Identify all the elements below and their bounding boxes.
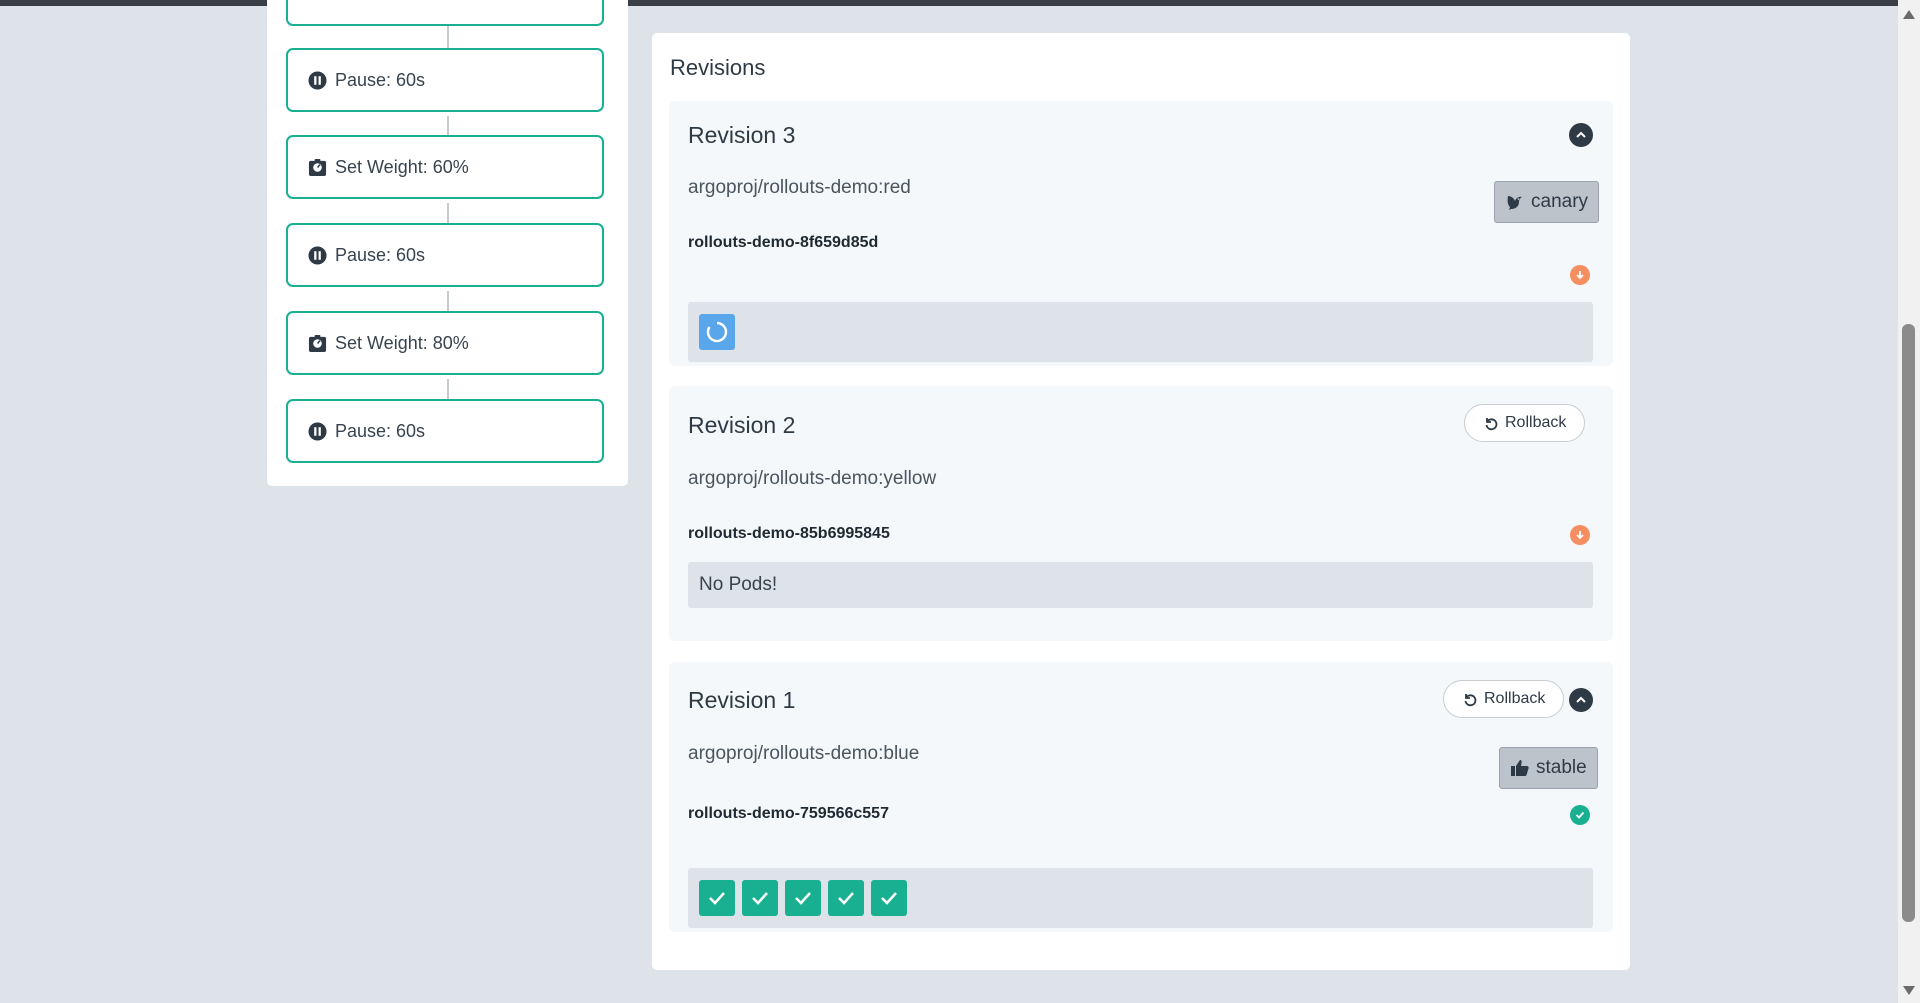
pod-progressing[interactable] (699, 314, 735, 350)
pause-icon (308, 421, 327, 441)
badge-label: stable (1536, 757, 1587, 778)
revision-title: Revision 1 (688, 687, 796, 713)
rollback-button[interactable]: Rollback (1464, 404, 1586, 442)
chevron-up-icon (1576, 696, 1586, 703)
collapse-button[interactable] (1569, 123, 1593, 147)
replicaset-name: rollouts-demo-8f659d85d (688, 234, 879, 251)
scroll-up-arrow-icon[interactable] (1903, 10, 1915, 19)
revision-title: Revision 2 (688, 412, 796, 438)
step-label: Pause: 60s (335, 420, 426, 441)
step-connector (447, 291, 449, 312)
weight-icon (308, 158, 327, 177)
undo-icon (1462, 691, 1478, 707)
spinner-icon (706, 321, 728, 343)
collapse-button[interactable] (1569, 688, 1593, 712)
rollback-button[interactable]: Rollback (1443, 680, 1565, 718)
check-icon (752, 892, 768, 905)
revision-image: argoproj/rollouts-demo:blue (688, 743, 920, 764)
check-icon (709, 892, 725, 905)
thumbs-up-icon (1510, 758, 1530, 778)
rollback-label: Rollback (1505, 414, 1567, 431)
pods-container: No Pods! (688, 562, 1593, 608)
pod-healthy[interactable] (785, 880, 821, 916)
step-label: Set Weight: 80% (335, 332, 469, 353)
pods-container (688, 302, 1593, 362)
vertical-scrollbar[interactable] (1898, 0, 1920, 1003)
step-connector (447, 26, 449, 48)
replicaset-name: rollouts-demo-85b6995845 (688, 525, 890, 542)
no-pods-message: No Pods! (699, 574, 778, 595)
revision-card: Revision 2 Rollback argoproj/rollouts-de… (669, 386, 1613, 641)
rollback-label: Rollback (1484, 690, 1546, 707)
step-connector (447, 203, 449, 224)
scroll-thumb[interactable] (1902, 324, 1915, 922)
revisions-title: Revisions (670, 55, 766, 80)
pod-healthy[interactable] (871, 880, 907, 916)
badge-label: canary (1531, 191, 1589, 212)
check-icon (838, 892, 854, 905)
pause-icon (308, 70, 327, 90)
pods-container (688, 868, 1593, 928)
revision-title: Revision 3 (688, 122, 796, 148)
step-partial[interactable] (286, 0, 604, 26)
scaled-down-icon (1570, 525, 1590, 545)
step-label: Pause: 60s (335, 69, 426, 90)
revision-card: Revision 1 Rollback argoproj/rollouts-de… (669, 662, 1613, 932)
canary-badge: canary (1494, 181, 1600, 223)
revisions-panel: Revisions Revision 3 argoproj/rollouts-d… (652, 33, 1630, 970)
step-label: Set Weight: 60% (335, 156, 469, 177)
step-label: Pause: 60s (335, 244, 426, 265)
scaled-down-icon (1570, 265, 1590, 285)
chevron-up-icon (1576, 131, 1586, 138)
replicaset-name: rollouts-demo-759566c557 (688, 805, 889, 822)
steps-panel: Pause: 60s Set Weight: 60% Pause: 60s Se… (267, 0, 628, 486)
check-icon (795, 892, 811, 905)
weight-icon (308, 334, 327, 353)
step-pause[interactable]: Pause: 60s (286, 48, 604, 112)
revision-image: argoproj/rollouts-demo:yellow (688, 468, 937, 489)
check-icon (881, 892, 897, 905)
revision-card: Revision 3 argoproj/rollouts-demo:red ca… (669, 101, 1613, 366)
stable-badge: stable (1499, 747, 1598, 789)
undo-icon (1483, 415, 1499, 431)
step-connector (447, 116, 449, 136)
pause-icon (308, 245, 327, 265)
pod-healthy[interactable] (828, 880, 864, 916)
canary-bird-icon (1505, 192, 1525, 212)
step-pause[interactable]: Pause: 60s (286, 223, 604, 287)
step-connector (447, 379, 449, 400)
pod-healthy[interactable] (699, 880, 735, 916)
scroll-down-arrow-icon[interactable] (1903, 986, 1915, 995)
step-pause[interactable]: Pause: 60s (286, 399, 604, 463)
step-set-weight[interactable]: Set Weight: 80% (286, 311, 604, 375)
pod-healthy[interactable] (742, 880, 778, 916)
healthy-check-icon (1570, 805, 1590, 825)
revision-image: argoproj/rollouts-demo:red (688, 177, 911, 198)
step-set-weight[interactable]: Set Weight: 60% (286, 135, 604, 199)
